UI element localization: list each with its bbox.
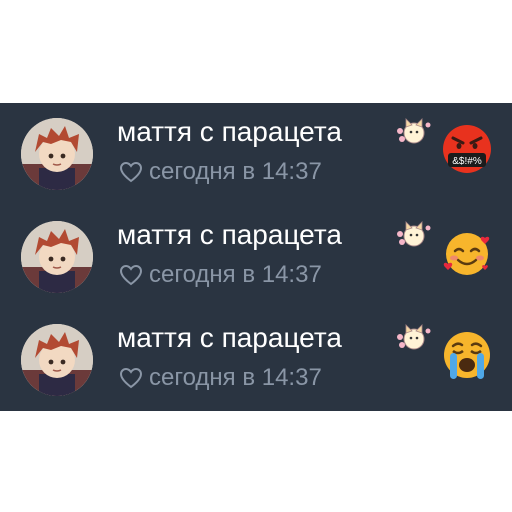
flower-chick-sticker-icon [394,111,434,149]
flower-chick-sticker-icon [394,317,434,355]
smiling-face-with-hearts-icon [441,226,493,278]
heart-icon[interactable] [119,264,143,286]
censored-symbols: &$!#% [452,156,482,167]
name-fade [340,216,380,254]
angry-face-icon: &$!#% [441,123,493,175]
message-time: сегодня в 14:37 [149,158,322,185]
name-fade [340,319,380,357]
message-row[interactable]: маття с парацета сегодня в 14:37 [0,309,512,412]
avatar[interactable] [21,324,93,396]
avatar[interactable] [21,221,93,293]
sender-name: маття с парацета [117,116,342,147]
message-meta: сегодня в 14:37 [119,365,322,391]
message-time: сегодня в 14:37 [149,261,322,288]
message-row[interactable]: маття с парацета сегодня в 14:37 [0,103,512,206]
message-meta: сегодня в 14:37 [119,159,322,185]
message-list: маття с парацета сегодня в 14:37 &$!#% м… [0,103,512,411]
crying-face-icon [441,329,493,381]
name-fade [340,113,380,151]
sender-name: маття с парацета [117,322,342,353]
avatar[interactable] [21,118,93,190]
sender-name: маття с парацета [117,219,342,250]
message-time: сегодня в 14:37 [149,364,322,391]
message-row[interactable]: маття с парацета сегодня в 14:37 [0,206,512,309]
message-meta: сегодня в 14:37 [119,262,322,288]
heart-icon[interactable] [119,161,143,183]
flower-chick-sticker-icon [394,214,434,252]
heart-icon[interactable] [119,367,143,389]
